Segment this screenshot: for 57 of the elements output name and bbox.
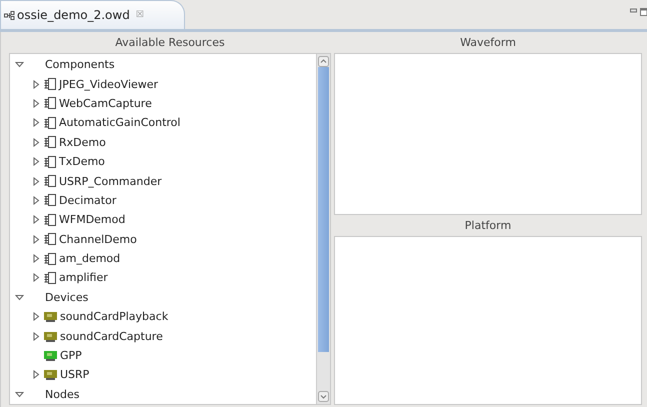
tree-item[interactable]: USRP bbox=[60, 368, 90, 382]
expand-triangle-icon[interactable] bbox=[33, 254, 40, 264]
collapse-triangle-icon[interactable] bbox=[15, 61, 24, 68]
tree-item[interactable]: JPEG_VideoViewer bbox=[59, 78, 158, 91]
component-icon bbox=[44, 156, 56, 168]
tree-item[interactable]: USRP_Commander bbox=[59, 174, 162, 188]
scrollbar[interactable] bbox=[316, 54, 330, 404]
expand-triangle-icon[interactable] bbox=[33, 138, 40, 147]
minimize-icon[interactable] bbox=[630, 8, 637, 13]
component-icon bbox=[44, 214, 56, 226]
expand-triangle-icon[interactable] bbox=[33, 234, 40, 244]
component-icon bbox=[44, 116, 56, 129]
tree-item[interactable]: amplifier bbox=[59, 271, 108, 284]
component-icon bbox=[44, 78, 56, 90]
panel-title: Platform bbox=[464, 218, 512, 234]
diagram-icon bbox=[4, 10, 15, 20]
expand-triangle-icon[interactable] bbox=[33, 176, 40, 186]
tree-item[interactable]: ChannelDemo bbox=[59, 232, 137, 246]
expand-triangle-icon[interactable] bbox=[33, 80, 40, 89]
component-icon bbox=[44, 136, 56, 148]
panel-title: Available Resources bbox=[114, 35, 226, 51]
tree-category[interactable]: Components bbox=[45, 58, 115, 72]
component-icon bbox=[44, 194, 56, 206]
tab-title: ossie_demo_2.owd bbox=[17, 8, 130, 22]
tree-item[interactable]: Decimator bbox=[59, 194, 116, 207]
expand-triangle-icon[interactable] bbox=[33, 332, 40, 341]
tree-item[interactable]: WebCamCapture bbox=[59, 96, 152, 110]
component-icon bbox=[44, 272, 56, 284]
expand-triangle-icon[interactable] bbox=[33, 215, 40, 224]
component-icon bbox=[44, 175, 56, 188]
tree-item[interactable]: GPP bbox=[60, 349, 82, 362]
tree-item[interactable]: soundCardCapture bbox=[60, 330, 163, 343]
tree-item[interactable]: soundCardPlayback bbox=[60, 310, 168, 324]
collapse-triangle-icon[interactable] bbox=[15, 294, 24, 301]
tree-item[interactable]: am_demod bbox=[59, 252, 120, 266]
collapse-triangle-icon[interactable] bbox=[15, 390, 24, 398]
tree-category[interactable]: Devices bbox=[45, 290, 88, 304]
editor-tab[interactable]: ossie_demo_2.owd ☒ bbox=[0, 0, 185, 29]
expand-triangle-icon[interactable] bbox=[33, 157, 40, 166]
tree-category[interactable]: Nodes bbox=[45, 388, 80, 401]
component-icon bbox=[44, 97, 56, 110]
tree-item[interactable]: TxDemo bbox=[59, 155, 105, 168]
expand-triangle-icon[interactable] bbox=[33, 196, 40, 205]
tree-item[interactable]: WFMDemod bbox=[59, 213, 126, 226]
expand-triangle-icon[interactable] bbox=[33, 273, 40, 282]
tree-item[interactable]: RxDemo bbox=[59, 136, 106, 149]
panel-title: Waveform bbox=[459, 35, 517, 51]
expand-triangle-icon[interactable] bbox=[33, 98, 40, 108]
expand-triangle-icon[interactable] bbox=[33, 118, 40, 128]
scroll-down-icon[interactable] bbox=[318, 391, 329, 402]
maximize-icon[interactable] bbox=[640, 8, 647, 16]
expand-triangle-icon[interactable] bbox=[33, 370, 40, 380]
tree-item[interactable]: AutomaticGainControl bbox=[59, 116, 180, 130]
component-icon bbox=[44, 252, 56, 265]
component-icon bbox=[44, 233, 56, 246]
expand-triangle-icon[interactable] bbox=[33, 312, 40, 322]
scroll-up-icon[interactable] bbox=[318, 56, 329, 67]
